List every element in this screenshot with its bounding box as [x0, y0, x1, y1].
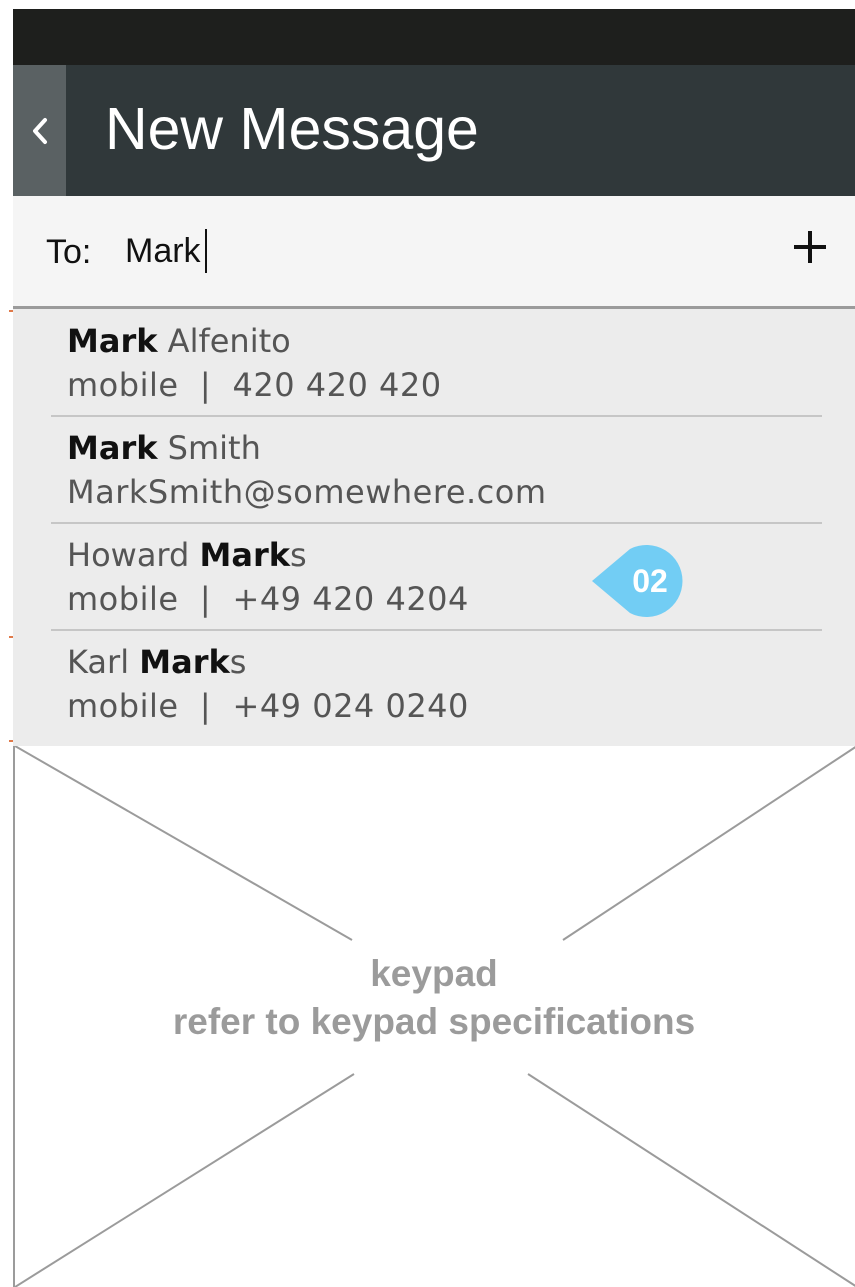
contact-suggestion[interactable]: Mark Alfenito mobile | 420 420 420	[51, 309, 822, 417]
add-recipient-button[interactable]	[790, 228, 830, 268]
annotation-label: 02	[632, 563, 668, 599]
contact-suggestions-list: Mark Alfenito mobile | 420 420 420 Mark …	[13, 309, 855, 746]
keypad-title: keypad	[370, 953, 498, 994]
recipient-input[interactable]: Mark	[125, 229, 207, 273]
recipient-input-value: Mark	[125, 232, 201, 270]
contact-suggestion[interactable]: Mark Smith MarkSmith@somewhere.com	[51, 416, 822, 524]
to-label: To:	[46, 233, 92, 271]
contact-detail: MarkSmith@somewhere.com	[67, 473, 547, 511]
page-title: New Message	[105, 96, 479, 162]
contact-name: Mark Smith	[67, 429, 261, 467]
text-caret	[204, 229, 207, 273]
contact-detail: mobile | +49 420 4204	[67, 580, 469, 618]
app-header: New Message	[13, 65, 855, 196]
chevron-left-icon	[32, 117, 47, 144]
contact-name: Howard Marks	[67, 536, 307, 574]
contact-detail: mobile | 420 420 420	[67, 366, 442, 404]
keypad-note: refer to keypad specifications	[172, 1001, 696, 1042]
contact-detail: mobile | +49 024 0240	[67, 687, 469, 725]
contact-name: Karl Marks	[67, 643, 247, 681]
keypad-placeholder-label: keypad refer to keypad specifications	[0, 950, 855, 1046]
back-button[interactable]	[13, 65, 66, 196]
contact-suggestion[interactable]: Karl Marks mobile | +49 024 0240	[51, 630, 822, 736]
status-bar	[13, 9, 855, 65]
recipient-bar: To: Mark	[13, 196, 855, 309]
contact-suggestion[interactable]: Howard Marks mobile | +49 420 4204	[51, 523, 822, 631]
contact-name: Mark Alfenito	[67, 322, 291, 360]
